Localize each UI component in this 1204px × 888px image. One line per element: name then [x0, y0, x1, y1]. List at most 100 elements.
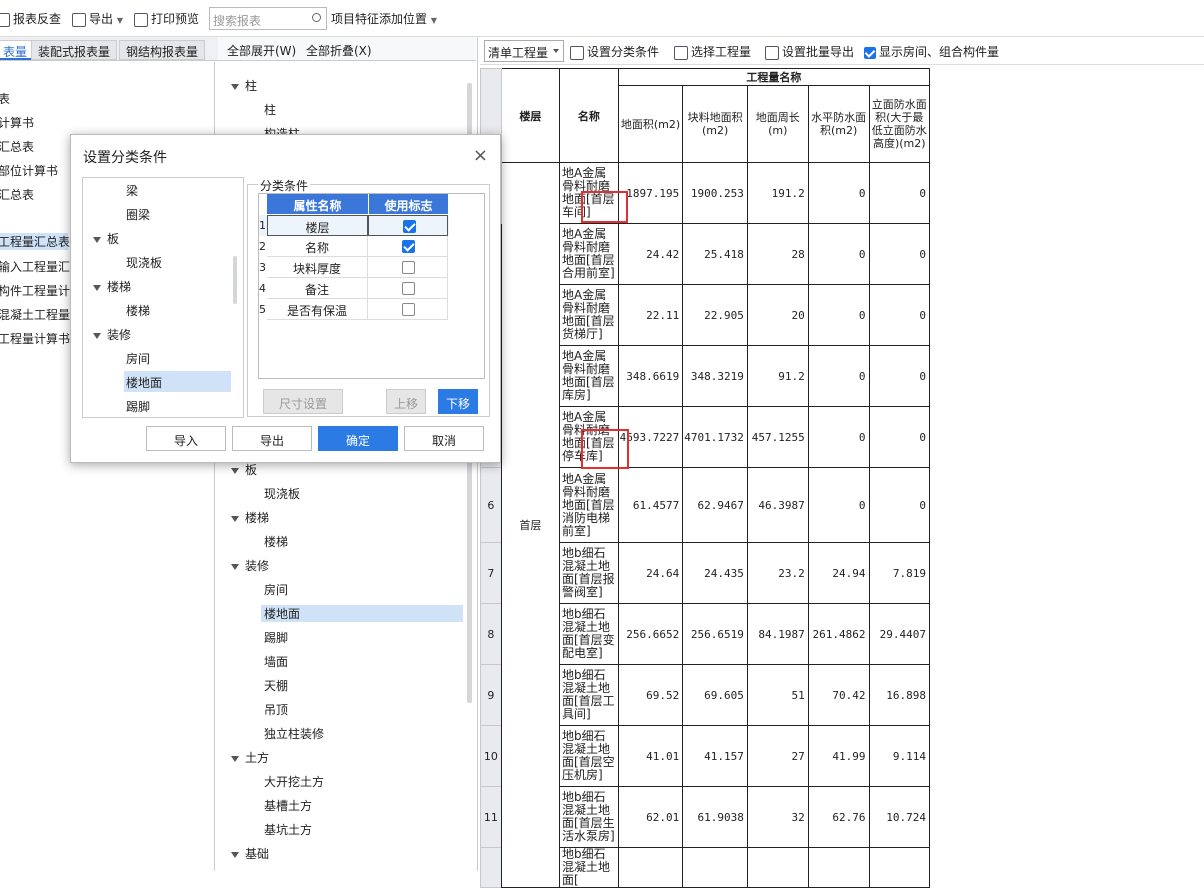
tree-item[interactable]: 楼梯 — [264, 533, 288, 550]
scrollbar[interactable] — [233, 256, 237, 304]
search-input[interactable]: 搜索报表 — [209, 7, 327, 30]
use-flag-cell[interactable] — [368, 278, 448, 299]
tree-group[interactable]: 基础 — [231, 845, 269, 862]
tree-item[interactable]: 基坑土方 — [264, 821, 312, 838]
tree-group[interactable]: 板 — [93, 230, 119, 247]
expand-arrow-icon[interactable] — [231, 83, 239, 90]
expand-all-button[interactable]: 全部展开(W) — [227, 42, 296, 59]
tree-item[interactable]: 基槽土方 — [264, 797, 312, 814]
tree-item[interactable]: 现浇板 — [126, 254, 162, 271]
cancel-button[interactable]: 取消 — [404, 426, 484, 451]
tree-group[interactable]: 土方 — [231, 749, 269, 766]
checkbox-unchecked-icon[interactable] — [402, 303, 415, 316]
expand-arrow-icon[interactable] — [93, 236, 101, 243]
tree-item[interactable]: 柱 — [264, 101, 276, 118]
close-icon[interactable]: × — [473, 145, 488, 166]
tree-item[interactable]: 天棚 — [264, 677, 288, 694]
use-flag-cell[interactable] — [368, 257, 448, 278]
batch-export-button[interactable]: 设置批量导出 — [765, 43, 854, 60]
dialog-export-button[interactable]: 导出 — [232, 426, 312, 451]
report-item[interactable]: 计算书 — [0, 114, 34, 131]
expand-arrow-icon[interactable] — [93, 284, 101, 291]
chevron-down-icon — [553, 49, 559, 53]
tree-item[interactable]: 踢脚 — [264, 629, 288, 646]
property-name[interactable]: 是否有保温 — [267, 299, 368, 320]
property-row[interactable]: 4 备注 — [259, 278, 449, 299]
expand-arrow-icon[interactable] — [231, 755, 239, 762]
property-row[interactable]: 3 块料厚度 — [259, 257, 449, 278]
report-item[interactable]: 汇总表 — [0, 138, 34, 155]
export-button[interactable]: 导出 ▼ — [72, 10, 123, 27]
header-floor: 楼层 — [500, 68, 560, 163]
tab-steel-report[interactable]: 钢结构报表量 — [119, 40, 206, 60]
tree-group[interactable]: 楼梯 — [93, 278, 131, 295]
expand-arrow-icon[interactable] — [231, 515, 239, 522]
tree-group[interactable]: 装修 — [93, 326, 131, 343]
checkbox-checked-icon[interactable] — [402, 240, 415, 253]
move-down-button[interactable]: 下移 — [438, 389, 478, 414]
show-rooms-checkbox[interactable]: 显示房间、组合构件量 — [864, 43, 999, 60]
value-cell: 0 — [868, 284, 931, 346]
tree-item[interactable]: 楼地面 — [124, 371, 231, 392]
tree-item[interactable]: 大开挖土方 — [264, 773, 324, 790]
property-name[interactable]: 楼层 — [267, 215, 368, 236]
tree-item[interactable]: 梁 — [126, 182, 138, 199]
report-item[interactable]: 汇总表 — [0, 186, 34, 203]
value-cell: 348.6619 — [617, 345, 684, 407]
tree-group[interactable]: 装修 — [231, 557, 269, 574]
print-preview-button[interactable]: 打印预览 — [134, 10, 199, 27]
tree-item[interactable]: 圈梁 — [126, 206, 150, 223]
expand-arrow-icon[interactable] — [231, 467, 239, 474]
property-row[interactable]: 5 是否有保温 — [259, 299, 449, 320]
use-flag-cell[interactable] — [368, 215, 448, 236]
checkbox-unchecked-icon[interactable] — [402, 282, 415, 295]
set-class-button[interactable]: 设置分类条件 — [570, 43, 659, 60]
tree-group[interactable]: 板 — [231, 461, 257, 478]
tab-report-qty[interactable]: 表量 — [0, 40, 35, 60]
export-icon — [72, 12, 86, 27]
property-name[interactable]: 备注 — [267, 278, 368, 299]
ok-button[interactable]: 确定 — [318, 426, 398, 451]
tree-group[interactable]: 柱 — [231, 77, 257, 94]
tree-group[interactable]: 楼梯 — [231, 509, 269, 526]
report-check-button[interactable]: 报表反查 — [0, 10, 61, 27]
tree-item[interactable]: 墙面 — [264, 653, 288, 670]
tree-item[interactable]: 现浇板 — [264, 485, 300, 502]
use-flag-cell[interactable] — [368, 236, 448, 257]
import-button[interactable]: 导入 — [146, 426, 226, 451]
tab-prefab-report[interactable]: 装配式报表量 — [31, 40, 118, 60]
name-cell: 地b细石混凝土地面[首层报警阀室] — [558, 542, 619, 604]
value-cell: 24.435 — [682, 542, 748, 604]
report-item[interactable]: 部位计算书 — [0, 162, 58, 179]
property-name[interactable]: 块料厚度 — [267, 257, 368, 278]
report-item[interactable]: 表 — [0, 90, 10, 107]
property-row[interactable]: 1 楼层 — [259, 215, 449, 236]
use-flag-cell[interactable] — [368, 299, 448, 320]
tree-item[interactable]: 楼地面 — [261, 605, 463, 622]
collapse-all-button[interactable]: 全部折叠(X) — [306, 42, 372, 59]
property-name[interactable]: 名称 — [267, 236, 368, 257]
select-qty-button[interactable]: 选择工程量 — [674, 43, 751, 60]
value-cell: 256.6652 — [617, 603, 684, 665]
tree-item[interactable]: 独立柱装修 — [264, 725, 324, 742]
tree-item[interactable]: 楼梯 — [126, 302, 150, 319]
item-feature-dropdown[interactable]: 项目特征添加位置 ▼ — [331, 10, 437, 27]
expand-arrow-icon[interactable] — [231, 851, 239, 858]
tree-item[interactable]: 房间 — [264, 581, 288, 598]
property-row[interactable]: 2 名称 — [259, 236, 449, 257]
expand-arrow-icon[interactable] — [93, 332, 101, 339]
report-item-selected[interactable]: 工程量汇总表 — [0, 233, 70, 250]
size-settings-button[interactable]: 尺寸设置 — [263, 389, 343, 414]
value-cell: 1900.253 — [682, 162, 748, 224]
expand-arrow-icon[interactable] — [231, 563, 239, 570]
table-row[interactable]: 首层 地A金属骨料耐磨地面[首层车间] 1897.195 1900.253 191.2 0… — [480, 162, 931, 888]
qty-type-select[interactable]: 清单工程量 — [484, 40, 564, 62]
checkbox-unchecked-icon[interactable] — [402, 261, 415, 274]
move-up-button[interactable]: 上移 — [386, 389, 426, 414]
tree-item[interactable]: 房间 — [126, 350, 150, 367]
tree-item[interactable]: 吊顶 — [264, 701, 288, 718]
report-item[interactable]: 工程量计算书 — [0, 330, 70, 347]
tree-item[interactable]: 踢脚 — [126, 398, 150, 415]
checkbox-checked-icon[interactable] — [403, 220, 416, 233]
value-cell: 0 — [807, 162, 870, 224]
